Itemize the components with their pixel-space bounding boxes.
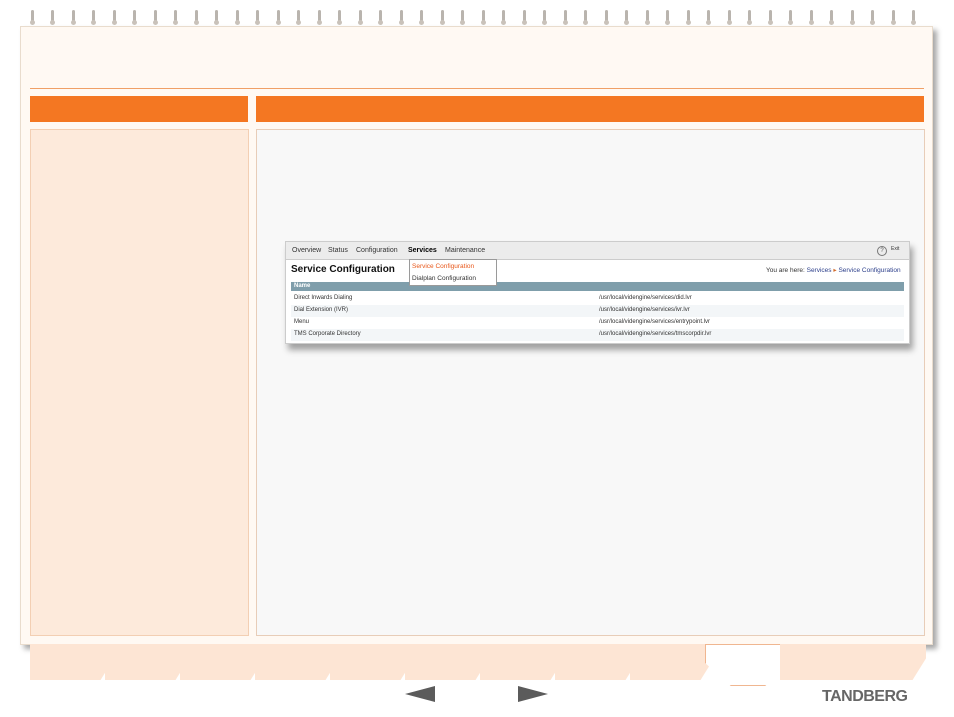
section-tab[interactable]	[555, 644, 639, 680]
table-row[interactable]: Dial Extension (IVR) /usr/local/videngin…	[291, 305, 904, 317]
breadcrumb-prefix: You are here:	[766, 267, 805, 274]
main-content-panel	[256, 129, 925, 636]
table-header: Name	[291, 282, 904, 291]
service-configuration-screenshot: Overview Status Configuration Services M…	[285, 241, 910, 359]
page-title-bar: Service Configuration You are here: Serv…	[286, 260, 909, 280]
column-header-name[interactable]: Name	[294, 283, 310, 289]
nav-status[interactable]: Status	[328, 247, 348, 254]
main-header-bar	[256, 96, 924, 122]
section-tab[interactable]	[842, 644, 926, 680]
left-arrow-icon[interactable]	[405, 686, 435, 702]
table-row[interactable]: TMS Corporate Directory /usr/local/viden…	[291, 329, 904, 341]
section-tab[interactable]	[405, 644, 489, 680]
breadcrumb-current[interactable]: Service Configuration	[838, 267, 900, 274]
right-arrow-icon[interactable]	[518, 686, 548, 702]
service-name[interactable]: Direct Inwards Dialing	[294, 295, 352, 301]
breadcrumb-separator-icon: ▸	[833, 267, 837, 274]
screenshot-frame: Overview Status Configuration Services M…	[285, 241, 910, 344]
table-row[interactable]: Menu /usr/local/videngine/services/entry…	[291, 317, 904, 329]
services-dropdown-menu: Service Configuration Dialplan Configura…	[409, 259, 497, 286]
section-tab[interactable]	[30, 644, 114, 680]
nav-maintenance[interactable]: Maintenance	[445, 247, 485, 254]
top-navigation: Overview Status Configuration Services M…	[286, 242, 909, 260]
menu-item-service-configuration[interactable]: Service Configuration	[412, 263, 474, 270]
header-divider	[30, 88, 924, 89]
nav-services[interactable]: Services	[408, 247, 437, 254]
help-icon[interactable]: ?	[877, 246, 887, 256]
service-name[interactable]: Dial Extension (IVR)	[294, 307, 348, 313]
nav-configuration[interactable]: Configuration	[356, 247, 398, 254]
section-tab[interactable]	[630, 644, 714, 680]
breadcrumb: You are here: Services ▸ Service Configu…	[766, 266, 901, 274]
service-path: /usr/local/videngine/services/ivr.lvr	[599, 307, 690, 313]
section-tab[interactable]	[480, 644, 564, 680]
service-path: /usr/local/videngine/services/did.lvr	[599, 295, 692, 301]
section-tab[interactable]	[180, 644, 264, 680]
section-tab[interactable]	[255, 644, 339, 680]
section-tabs	[30, 644, 926, 686]
nav-overview[interactable]: Overview	[292, 247, 321, 254]
service-path: /usr/local/videngine/services/entrypoint…	[599, 319, 711, 325]
sidebar-panel	[30, 129, 249, 636]
service-name[interactable]: TMS Corporate Directory	[294, 331, 361, 337]
sidebar-header-bar	[30, 96, 248, 122]
section-tab[interactable]	[105, 644, 189, 680]
service-name[interactable]: Menu	[294, 319, 309, 325]
section-tab[interactable]	[330, 644, 414, 680]
menu-item-dialplan-configuration[interactable]: Dialplan Configuration	[412, 275, 476, 282]
exit-button[interactable]: Exit	[891, 246, 899, 252]
service-path: /usr/local/videngine/services/tmscorpdir…	[599, 331, 712, 337]
table-row[interactable]: Direct Inwards Dialing /usr/local/videng…	[291, 293, 904, 305]
breadcrumb-services-link[interactable]: Services	[807, 267, 832, 274]
section-tab-selected[interactable]	[705, 644, 791, 686]
tandberg-logo: TANDBERG	[822, 688, 908, 705]
page-title: Service Configuration	[291, 264, 395, 275]
